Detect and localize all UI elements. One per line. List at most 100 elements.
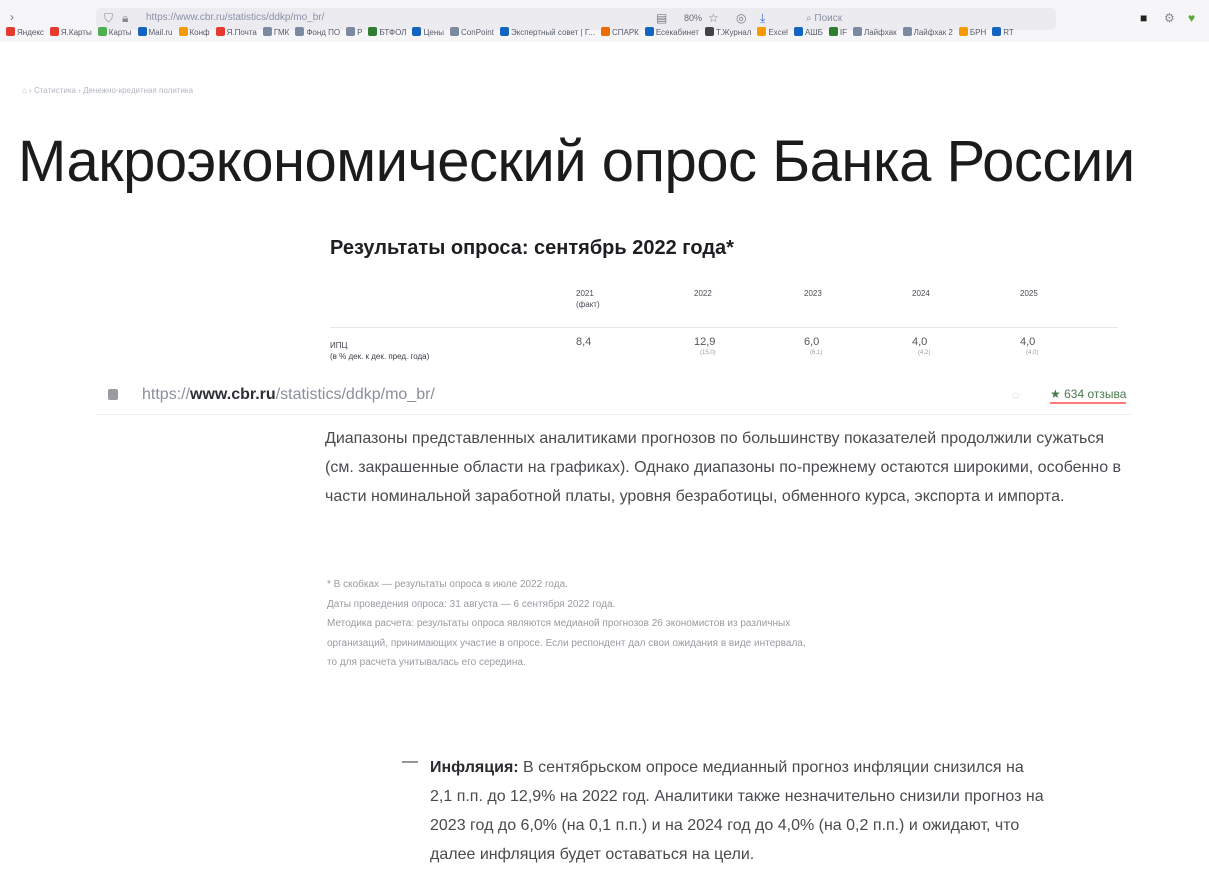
cell-previous-value: (4,0) (1026, 350, 1039, 356)
bookmark-item[interactable]: Есекабинет (644, 23, 699, 42)
bookmark-favicon-icon (992, 27, 1002, 36)
bookmark-label: Я.Карты (60, 28, 92, 37)
bookmark-label: ConPoint (461, 28, 494, 37)
bookmark-favicon-icon (704, 27, 714, 36)
bookmark-item[interactable]: Я.Почта (215, 23, 257, 42)
bookmark-item[interactable]: ConPoint (450, 23, 494, 42)
bookmark-item[interactable]: Экспертный совет | Г... (499, 23, 595, 42)
footnote-line: организаций, принимающих участие в опрос… (327, 637, 806, 649)
bookmark-favicon-icon (600, 27, 610, 36)
footnote-line: Даты проведения опроса: 31 августа — 6 с… (327, 598, 616, 610)
bookmark-label: Экспертный совет | Г... (510, 28, 595, 37)
table-header-year: 2022 (694, 288, 712, 299)
breadcrumb[interactable]: ⌂ › Статистика › Денежно-кредитная полит… (22, 86, 193, 95)
bookmark-item[interactable]: ГМК (262, 23, 290, 42)
bullet-text: Инфляция: В сентябрьском опросе медианны… (430, 753, 1050, 869)
bookmark-label: Фонд ПО (306, 28, 341, 37)
bookmark-label: Цены (423, 28, 445, 37)
bookmark-favicon-icon (958, 27, 968, 36)
table-row-label: ИПЦ (в % дек. к дек. пред. года) (330, 340, 429, 362)
year-label: 2022 (694, 289, 712, 298)
bookmark-label: Р (357, 28, 363, 37)
bookmark-label: Лайфхак (863, 28, 897, 37)
bookmark-favicon-icon (828, 27, 838, 36)
bookmark-favicon-icon (757, 27, 767, 36)
bookmark-item[interactable]: Лайфхак 2 (902, 23, 953, 42)
bookmark-item[interactable]: Excel (757, 23, 788, 42)
table-cell: 6,0 (6,1) (804, 336, 822, 356)
bookmark-favicon-icon (368, 27, 378, 36)
bookmark-label: Excel (768, 28, 788, 37)
bookmark-item[interactable]: БРН (958, 23, 986, 42)
bullet-body: В сентябрьском опросе медианный прогноз … (430, 759, 1044, 863)
comment-icon[interactable]: ◌ (1012, 388, 1019, 402)
bookmark-item[interactable]: Р (346, 23, 362, 42)
bookmark-favicon-icon (137, 27, 147, 36)
page-title: Макроэкономический опрос Банка России (18, 129, 1135, 194)
table-header-year: 2024 (912, 288, 930, 299)
bookmark-item[interactable]: Mail.ru (137, 23, 173, 42)
bookmark-label: Есекабинет (655, 28, 699, 37)
url-host: www.cbr.ru (190, 386, 276, 403)
cell-previous-value: (6,1) (810, 350, 823, 356)
table-header-year: 2021 (факт) (576, 288, 600, 310)
bookmarks-bar: Яндекс Я.Карты Карты Mail.ru Конф Я.Почта ГМК Ф… (0, 22, 1209, 42)
bookmark-favicon-icon (644, 27, 654, 36)
bookmark-item[interactable]: Т.Журнал (704, 23, 752, 42)
source-url-banner: https://www.cbr.ru/statistics/ddkp/mo_br… (96, 378, 1132, 415)
bullet-heading: Инфляция: (430, 759, 519, 776)
bookmark-item[interactable]: IF (828, 23, 847, 42)
bookmark-favicon-icon (49, 27, 59, 36)
bookmark-favicon-icon (852, 27, 862, 36)
bookmark-item[interactable]: Карты (97, 23, 132, 42)
bookmark-favicon-icon (499, 27, 509, 36)
bullet-dash: — (402, 753, 418, 770)
year-label: 2023 (804, 289, 822, 298)
bookmark-label: Яндекс (17, 28, 44, 37)
year-label: 2025 (1020, 289, 1038, 298)
table-cell: 4,0 (4,0) (1020, 336, 1038, 356)
table-cell: 12,9 (15,0) (694, 336, 716, 356)
bookmark-favicon-icon (793, 27, 803, 36)
bookmark-item[interactable]: СПАРК (600, 23, 639, 42)
table-header-year: 2023 (804, 288, 822, 299)
bookmark-item[interactable]: Фонд ПО (295, 23, 340, 42)
row-label-unit: (в % дек. к дек. пред. года) (330, 352, 430, 361)
bookmark-favicon-icon (902, 27, 912, 36)
cell-previous-value: (4,2) (918, 350, 931, 356)
bookmark-item[interactable]: Лайфхак (852, 23, 897, 42)
bookmark-label: Я.Почта (226, 28, 257, 37)
bookmark-item[interactable]: Цены (412, 23, 444, 42)
bookmark-favicon-icon (178, 27, 188, 36)
footnotes: * В скобках — результаты опроса в июле 2… (327, 575, 1107, 673)
bookmark-favicon-icon (295, 27, 305, 36)
bookmark-label: Mail.ru (148, 28, 173, 37)
footnote-line: то для расчета учитывалась его середина. (327, 657, 526, 668)
reviews-link[interactable]: ★ 634 отзыва (1050, 387, 1127, 404)
bookmark-favicon-icon (346, 27, 356, 36)
footnote-line: * В скобках — результаты опроса в июле 2… (327, 579, 568, 590)
year-label: 2021 (576, 289, 594, 298)
source-url[interactable]: https://www.cbr.ru/statistics/ddkp/mo_br… (142, 386, 435, 404)
bookmark-item[interactable]: Конф (178, 23, 210, 42)
bookmark-favicon-icon (412, 27, 422, 36)
year-note: (факт) (576, 300, 600, 309)
bookmark-label: ГМК (273, 28, 290, 37)
bookmark-item[interactable]: Яндекс (6, 23, 44, 42)
footnote-line: Методика расчета: результаты опроса явля… (327, 618, 791, 629)
bookmark-label: Т.Журнал (715, 28, 752, 37)
bookmark-label: Конф (189, 28, 210, 37)
bookmark-favicon-icon (6, 27, 15, 36)
bookmark-item[interactable]: АШБ (793, 23, 823, 42)
table-cell: 8,4 (576, 336, 591, 348)
table-cell: 4,0 (4,2) (912, 336, 930, 356)
bookmark-item[interactable]: RT (992, 23, 1014, 42)
table-divider (330, 327, 1118, 328)
lock-icon (108, 389, 118, 400)
cell-value: 8,4 (576, 336, 592, 348)
bookmark-label: СПАРК (611, 28, 639, 37)
bookmark-label: IF (839, 28, 847, 37)
bookmark-label: Карты (108, 28, 132, 37)
bookmark-item[interactable]: Я.Карты (49, 23, 92, 42)
bookmark-item[interactable]: БТФОЛ (368, 23, 406, 42)
